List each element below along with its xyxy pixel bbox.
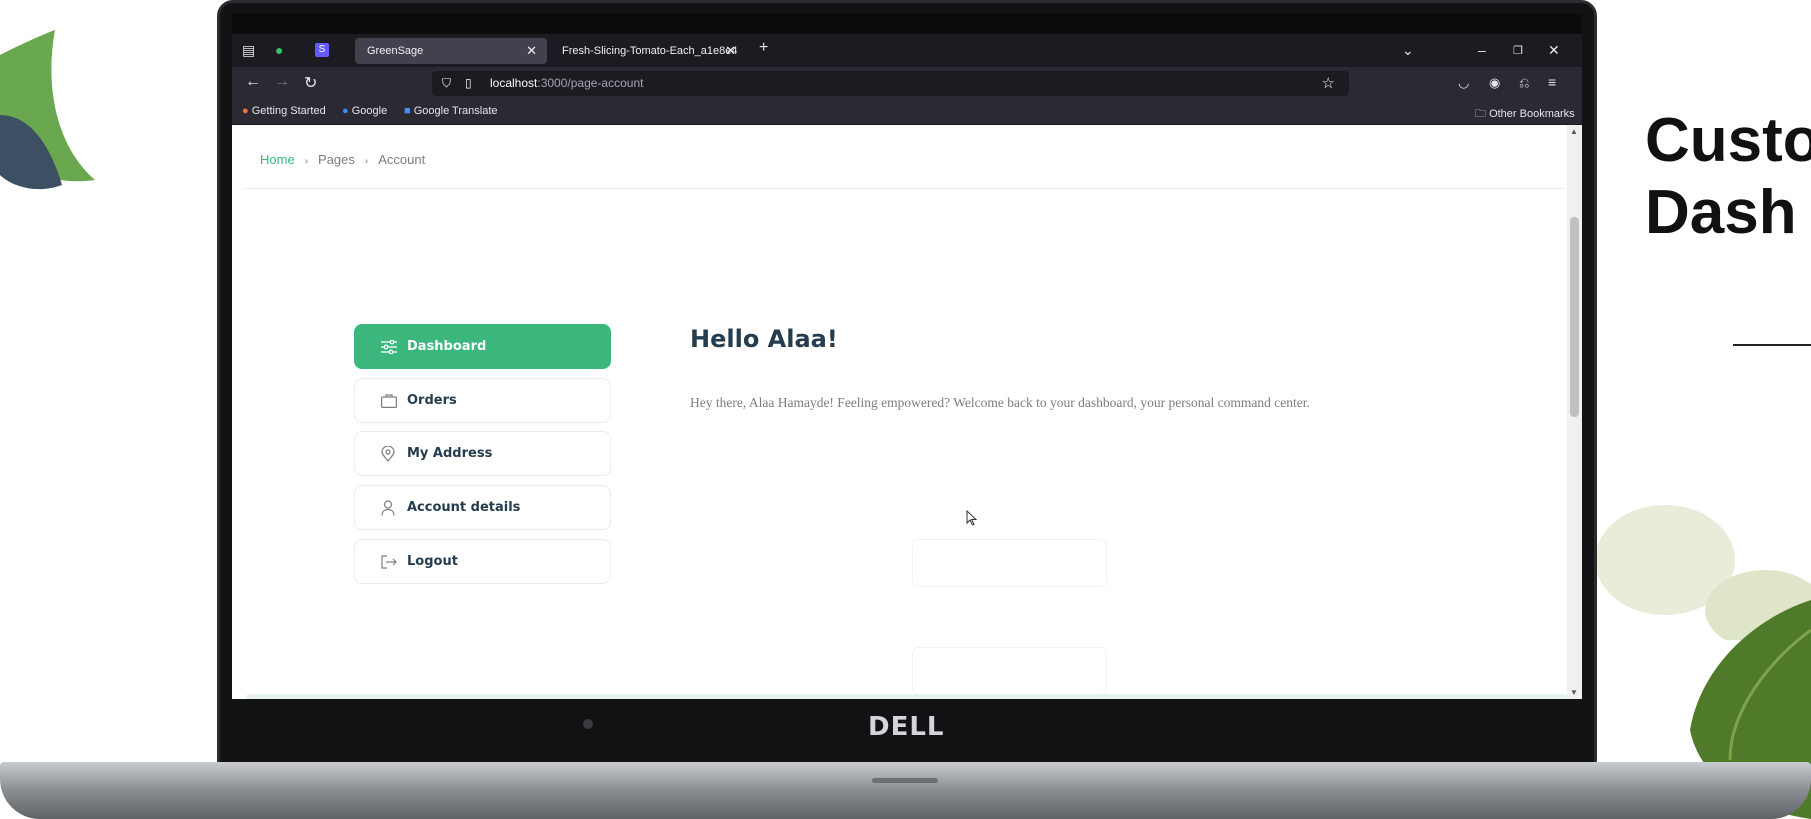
new-tab-button[interactable]: + <box>759 39 768 57</box>
sidebar-item-account-details[interactable]: Account details <box>354 485 611 530</box>
map-pin-icon <box>381 432 399 475</box>
sidebar-item-label: Logout <box>407 554 458 569</box>
mongodb-leaf-icon[interactable]: ● <box>275 42 283 58</box>
address-bar[interactable]: ⛉ ▯ localhost:3000/page-account ☆ <box>432 71 1349 96</box>
tab-label: Fresh-Slicing-Tomato-Each_a1e8e4 <box>562 45 738 57</box>
sidebar-item-my-address[interactable]: My Address <box>354 431 611 476</box>
sidebar-item-orders[interactable]: Orders <box>354 378 611 423</box>
bookmark-getting-started[interactable]: ● Getting Started <box>242 105 326 117</box>
breadcrumb-divider <box>244 188 1564 189</box>
browser-tab-bar: ▤ ● S GreenSage ✕ Fresh-Slicing-Tomato-E… <box>232 34 1582 67</box>
url-path: :3000/page-account <box>537 76 644 90</box>
tab-label: GreenSage <box>367 45 424 57</box>
ghost-card <box>912 647 1107 695</box>
window-close-icon[interactable]: ✕ <box>1548 42 1560 59</box>
scroll-down-icon[interactable]: ▼ <box>1570 688 1578 697</box>
laptop-hinge-notch <box>872 778 938 783</box>
breadcrumb-current: Account <box>378 152 426 167</box>
dell-logo: DELL <box>868 712 945 742</box>
other-bookmarks[interactable]: 🗀 Other Bookmarks <box>1475 105 1575 124</box>
screen-top-bezel <box>232 14 1582 34</box>
bookmarks-toolbar: ● Getting Started ● Google ■ Google Tran… <box>232 100 1582 125</box>
bookmark-star-icon[interactable]: ☆ <box>1322 71 1335 96</box>
scrollbar-thumb[interactable] <box>1570 217 1579 417</box>
back-arrow-icon[interactable]: ← <box>245 73 261 91</box>
close-icon[interactable]: ✕ <box>526 38 537 64</box>
minimize-icon[interactable]: – <box>1478 42 1486 58</box>
slide-title: Custo Dash <box>1645 106 1811 247</box>
user-icon <box>381 486 399 529</box>
account-page: Home › Pages › Account Dashboard Orders My A… <box>232 125 1567 699</box>
shield-icon: ⛉ <box>442 76 452 90</box>
menu-icon[interactable]: ≡ <box>1548 74 1556 90</box>
sidebar-item-label: Account details <box>407 500 521 515</box>
chevron-down-icon[interactable]: ⌄ <box>1402 42 1414 59</box>
firefox-icon: ● <box>242 105 249 117</box>
bookmark-google-translate[interactable]: ■ Google Translate <box>404 105 498 117</box>
page-icon: ▯ <box>465 76 472 90</box>
scroll-up-icon[interactable]: ▲ <box>1570 127 1578 136</box>
google-icon: ● <box>342 105 349 117</box>
bag-icon <box>381 379 399 422</box>
sidebar-item-label: Dashboard <box>407 339 487 354</box>
chevron-right-icon: › <box>364 156 369 167</box>
sidebar-item-label: My Address <box>407 446 493 461</box>
ghost-card <box>912 539 1107 587</box>
mouse-cursor-icon <box>966 510 978 526</box>
tab-list-icon[interactable]: ▤ <box>242 42 255 59</box>
tab-greensage[interactable]: GreenSage ✕ <box>355 38 547 64</box>
screen: ▤ ● S GreenSage ✕ Fresh-Slicing-Tomato-E… <box>232 14 1582 699</box>
logout-icon <box>381 540 399 583</box>
browser-nav-bar: ← → ↻ ⛉ ▯ localhost:3000/page-account ☆ … <box>232 67 1582 100</box>
sliders-icon <box>381 325 399 368</box>
forward-arrow-icon[interactable]: → <box>274 73 290 91</box>
page-scrollbar[interactable]: ▲ ▼ <box>1567 125 1582 699</box>
slide-divider <box>1733 344 1811 346</box>
pocket-icon[interactable]: ◡ <box>1458 75 1469 91</box>
folder-icon: 🗀 <box>1475 108 1486 120</box>
reload-icon[interactable]: ↻ <box>304 73 317 93</box>
stripe-icon[interactable]: S <box>315 43 329 57</box>
account-icon[interactable]: ◉ <box>1489 75 1500 91</box>
chevron-right-icon: › <box>304 156 309 167</box>
breadcrumb-pages[interactable]: Pages <box>318 152 355 167</box>
bookmark-google[interactable]: ● Google <box>342 105 387 117</box>
translate-icon: ■ <box>404 105 411 117</box>
webcam <box>583 719 593 729</box>
sidebar-item-label: Orders <box>407 393 457 408</box>
breadcrumb: Home › Pages › Account <box>260 152 425 167</box>
welcome-text: Hey there, Alaa Hamayde! Feeling empower… <box>690 395 1310 410</box>
sidebar-item-logout[interactable]: Logout <box>354 539 611 584</box>
restore-icon[interactable]: ❐ <box>1513 44 1523 57</box>
close-icon[interactable]: ✕ <box>725 38 736 64</box>
breadcrumb-home[interactable]: Home <box>260 152 295 167</box>
leaf-logo-icon <box>0 30 95 190</box>
extensions-icon[interactable]: ⎌ <box>1519 75 1529 91</box>
laptop-base <box>0 762 1811 819</box>
tab-tomato-image[interactable]: Fresh-Slicing-Tomato-Each_a1e8e4 ✕ <box>550 38 746 64</box>
url-host: localhost <box>490 76 538 90</box>
sidebar-item-dashboard[interactable]: Dashboard <box>354 324 611 369</box>
footer-edge <box>247 694 1567 699</box>
greeting-heading: Hello Alaa! <box>690 325 838 353</box>
